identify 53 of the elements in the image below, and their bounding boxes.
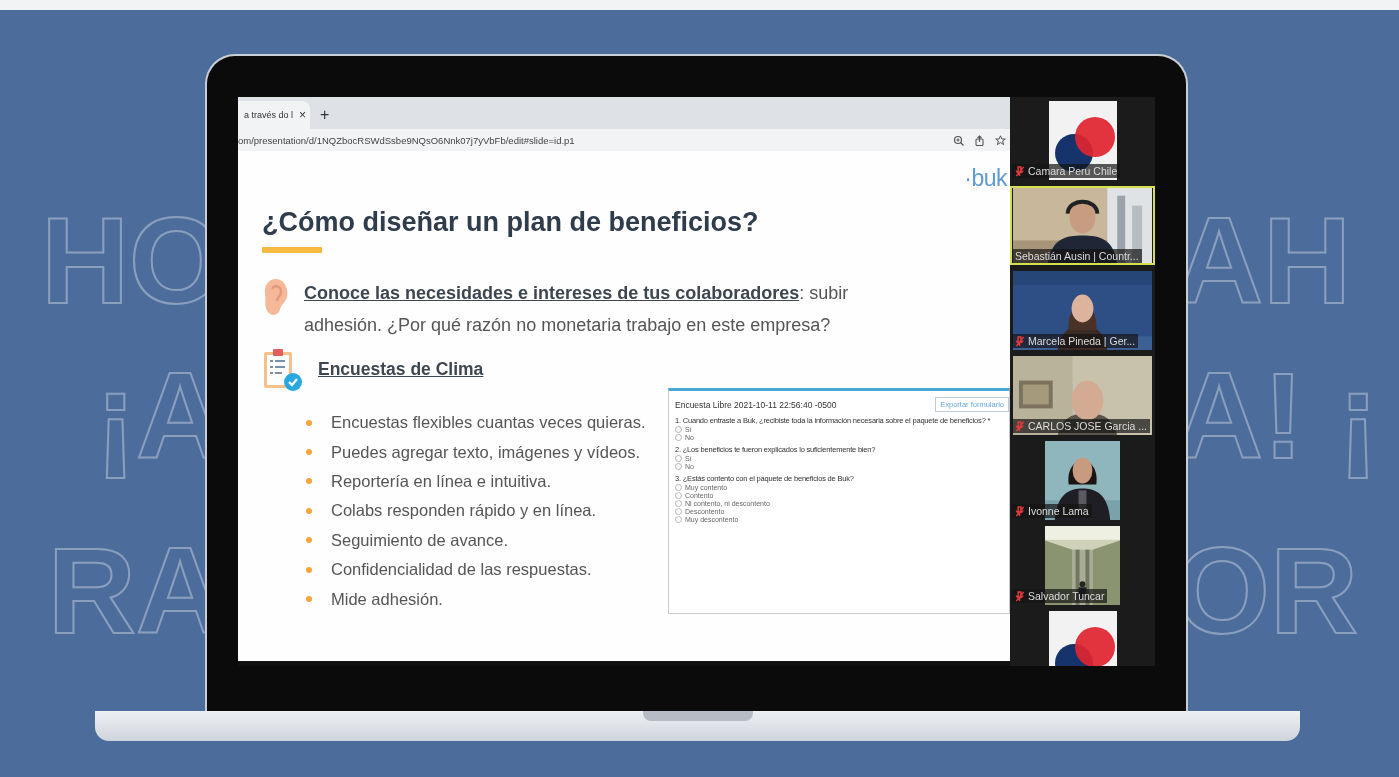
participant-name: Salvador Tuncar bbox=[1028, 590, 1105, 602]
participant-tile[interactable]: Salvador Tuncar bbox=[1010, 526, 1155, 605]
bullet-icon bbox=[306, 596, 312, 603]
bullet-icon bbox=[306, 507, 312, 514]
new-tab-button[interactable]: + bbox=[320, 106, 330, 129]
radio-button[interactable] bbox=[675, 508, 682, 515]
bullet-text: Colabs responden rápido y en línea. bbox=[331, 501, 597, 521]
participant-name: Marcela Pineda | Ger... bbox=[1028, 335, 1136, 347]
participant-name: Camara Peru Chile bbox=[1028, 165, 1118, 177]
section-heading: Encuestas de Clima bbox=[318, 359, 484, 380]
radio-button[interactable] bbox=[675, 500, 682, 507]
radio-button[interactable] bbox=[675, 484, 682, 491]
participant-tile[interactable]: Sebastián Ausin | Countr... bbox=[1010, 186, 1155, 265]
participant-name: CARLOS JOSE Garcia ... bbox=[1028, 420, 1148, 432]
radio-button[interactable] bbox=[675, 455, 682, 462]
participant-tile[interactable]: Ivonne Lama bbox=[1010, 441, 1155, 520]
bullet-text: Seguimiento de avance. bbox=[331, 530, 509, 550]
radio-button[interactable] bbox=[675, 426, 682, 433]
ear-icon bbox=[262, 277, 290, 317]
survey-title: Encuesta Libre 2021-10-11 22:56:40 -0500 bbox=[675, 399, 837, 410]
bullet-icon bbox=[306, 566, 312, 573]
radio-button[interactable] bbox=[675, 434, 682, 441]
backdrop-lettering: AH bbox=[1175, 200, 1352, 322]
bullet-text: Mide adhesión. bbox=[331, 589, 443, 609]
bullet-icon bbox=[306, 449, 312, 456]
radio-button[interactable] bbox=[675, 463, 682, 470]
title-underline bbox=[262, 247, 322, 253]
browser-tab[interactable]: a través do l × bbox=[238, 101, 310, 129]
radio-button[interactable] bbox=[675, 492, 682, 499]
bullet-text: Puedes agregar texto, imágenes y vídeos. bbox=[331, 442, 641, 462]
clipboard-check-icon bbox=[262, 347, 304, 392]
close-icon[interactable]: × bbox=[299, 108, 310, 122]
participant-tile[interactable]: Marcela Pineda | Ger... bbox=[1010, 271, 1155, 350]
zoom-icon[interactable] bbox=[953, 134, 964, 146]
bullet-icon bbox=[306, 478, 312, 485]
logo: ·buk bbox=[964, 165, 1008, 192]
bullet-text: Confidencialidad de las respuestas. bbox=[331, 560, 592, 580]
radio-button[interactable] bbox=[675, 516, 682, 523]
tab-title: a través do l bbox=[243, 110, 293, 120]
bullet-text: Reportería en línea e intuitiva. bbox=[331, 471, 552, 491]
url-text: om/presentation/d/1NQZbocRSWdSsbe9NQsO6Nnk07j7yVbFb/edit#slide=id.p1 bbox=[238, 134, 576, 146]
address-bar[interactable]: om/presentation/d/1NQZbocRSWdSsbe9NQsO6Nnk07j7yVbFb/edit#slide=id.p1 bbox=[238, 129, 1010, 151]
bullet-icon bbox=[306, 537, 312, 544]
share-icon[interactable] bbox=[974, 134, 985, 146]
participant-tile[interactable]: Camara Peru Chile bbox=[1010, 101, 1155, 180]
participant-name: Sebastián Ausin | Countr... bbox=[1015, 250, 1139, 262]
bullet-text: Encuestas flexibles cuantas veces quieras. bbox=[331, 413, 646, 433]
bullet-icon bbox=[306, 419, 312, 426]
point-text: Conoce las necesidades e intereses de tus colaboradores: subir adhesión. ¿Por qué razón no monetaria trabajo en este empresa? bbox=[304, 282, 850, 337]
star-icon[interactable] bbox=[995, 134, 1006, 146]
participant-tile[interactable]: CARLOS JOSE Garcia ... bbox=[1010, 356, 1155, 435]
slide-title: ¿Cómo diseñar un plan de beneficios? bbox=[262, 207, 760, 238]
participant-name: Ivonne Lama bbox=[1028, 505, 1089, 517]
